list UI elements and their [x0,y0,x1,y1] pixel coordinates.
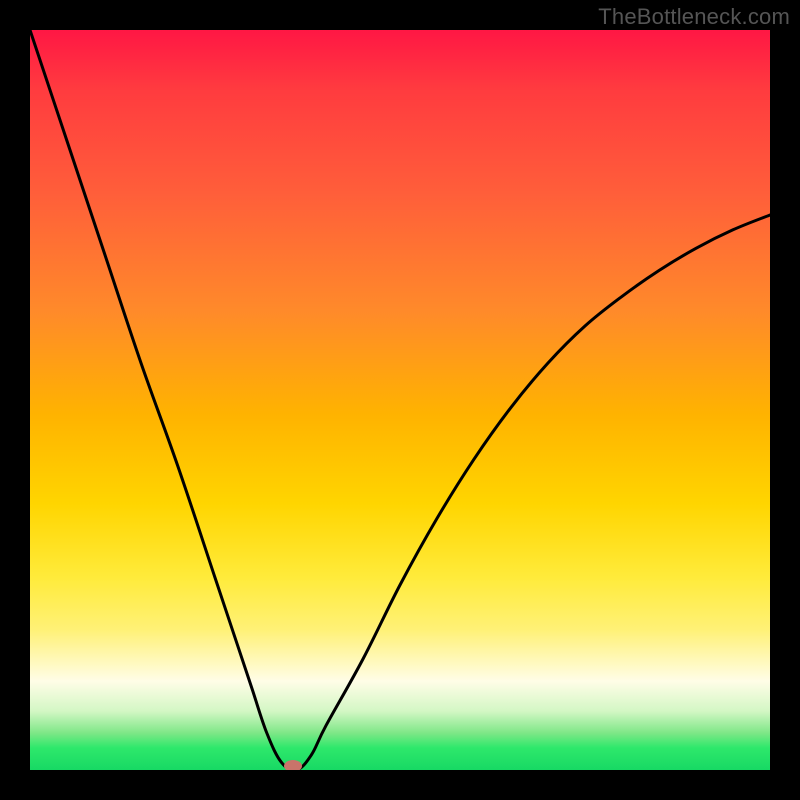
plot-area [30,30,770,770]
watermark-text: TheBottleneck.com [598,4,790,30]
bottleneck-curve [30,30,770,770]
curve-path [30,30,770,770]
chart-frame: TheBottleneck.com [0,0,800,800]
optimum-marker-icon [284,760,302,770]
